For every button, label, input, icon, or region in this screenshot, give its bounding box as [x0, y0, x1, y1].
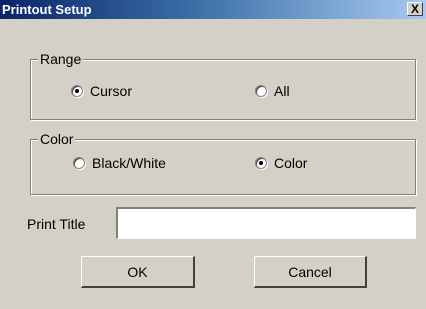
- range-all-radio[interactable]: All: [255, 83, 290, 99]
- radio-unchecked-icon[interactable]: [255, 85, 267, 97]
- dialog-title: Printout Setup: [2, 2, 92, 17]
- close-icon: X: [410, 2, 419, 16]
- print-title-input[interactable]: [116, 207, 416, 239]
- printout-setup-dialog: Printout Setup X Range Cursor All Color …: [0, 0, 426, 309]
- radio-checked-icon[interactable]: [255, 157, 267, 169]
- radio-checked-icon[interactable]: [71, 85, 83, 97]
- title-bar[interactable]: Printout Setup X: [0, 0, 426, 19]
- close-button[interactable]: X: [407, 2, 423, 16]
- color-color-label: Color: [274, 155, 308, 171]
- range-all-label: All: [274, 83, 290, 99]
- print-title-label: Print Title: [27, 216, 86, 232]
- range-cursor-radio[interactable]: Cursor: [71, 83, 132, 99]
- color-legend: Color: [38, 131, 76, 147]
- cancel-button[interactable]: Cancel: [254, 256, 367, 288]
- radio-unchecked-icon[interactable]: [73, 157, 85, 169]
- color-color-radio[interactable]: Color: [255, 155, 307, 171]
- range-legend: Range: [38, 51, 84, 67]
- color-blackwhite-radio[interactable]: Black/White: [73, 155, 166, 171]
- color-blackwhite-label: Black/White: [92, 155, 166, 171]
- ok-button[interactable]: OK: [81, 256, 195, 288]
- range-cursor-label: Cursor: [90, 83, 133, 99]
